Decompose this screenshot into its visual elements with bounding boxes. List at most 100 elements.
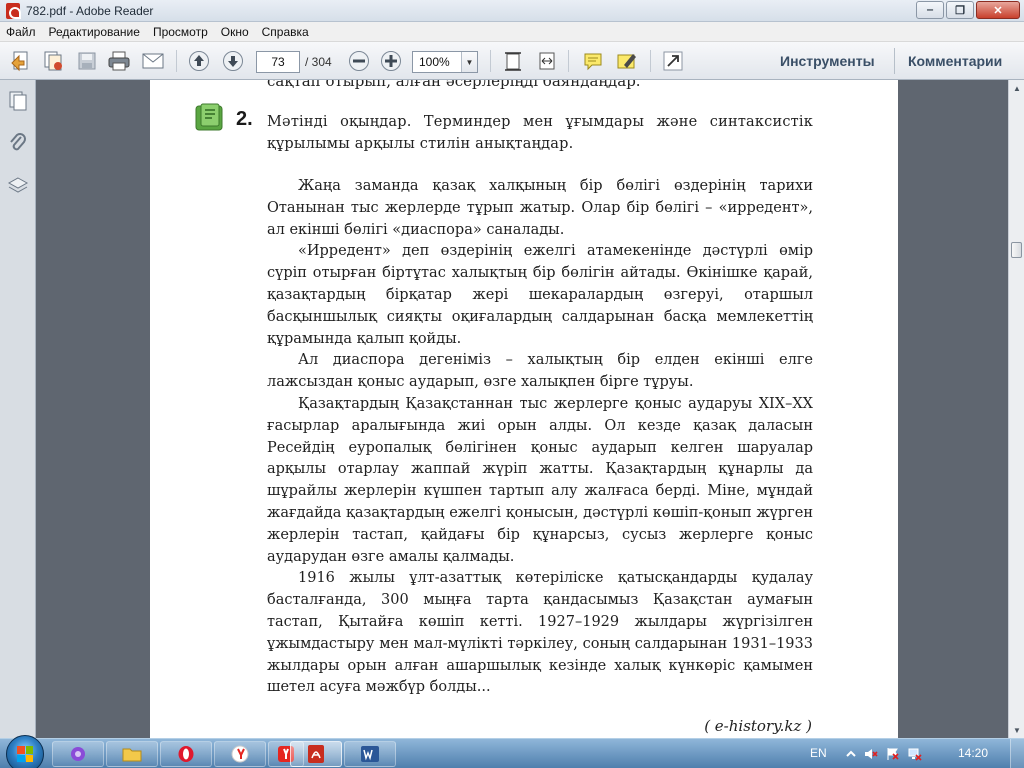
zoom-select[interactable]: 100% ▼ bbox=[412, 51, 478, 73]
toolbar-separator bbox=[490, 50, 491, 72]
minimize-button[interactable]: ‒ bbox=[916, 1, 944, 19]
page-thumbnails-icon[interactable] bbox=[7, 90, 29, 112]
vertical-scrollbar[interactable]: ▲ ▼ bbox=[1008, 80, 1024, 738]
tools-pane-button[interactable]: Инструменты bbox=[780, 53, 875, 69]
layers-icon[interactable] bbox=[7, 175, 29, 197]
system-clock[interactable]: 14:20 bbox=[958, 746, 988, 760]
scroll-thumb[interactable] bbox=[1011, 242, 1022, 258]
taskbar-adobe-reader[interactable] bbox=[290, 741, 342, 767]
print-icon bbox=[108, 51, 130, 71]
full-screen-button[interactable] bbox=[660, 48, 686, 74]
taskbar-opera[interactable] bbox=[160, 741, 212, 767]
create-pdf-button[interactable] bbox=[8, 48, 34, 74]
menu-file[interactable]: Файл bbox=[6, 25, 36, 39]
scroll-up-icon[interactable]: ▲ bbox=[1009, 80, 1024, 96]
show-hidden-icons-icon[interactable] bbox=[844, 747, 858, 761]
task-number: 2. bbox=[236, 108, 253, 130]
combine-files-icon bbox=[44, 51, 62, 71]
fit-page-icon bbox=[505, 52, 521, 71]
paragraph: «Ирредент» деп өздерінің ежелгі атамекен… bbox=[267, 243, 813, 347]
paragraph: Ал диаспора дегеніміз – халықтың бір елд… bbox=[267, 352, 813, 391]
page-total-label: / 304 bbox=[305, 55, 332, 69]
zoom-out-button[interactable] bbox=[346, 48, 372, 74]
window-title: 782.pdf - Adobe Reader bbox=[26, 4, 154, 18]
taskbar-yandex-browser[interactable] bbox=[214, 741, 266, 767]
document-viewport[interactable]: сақтап отырып, алған әсерлеріңді баяндаң… bbox=[36, 80, 1008, 738]
attachments-paperclip-icon[interactable] bbox=[7, 132, 29, 154]
comments-pane-button[interactable]: Комментарии bbox=[908, 53, 1002, 69]
highlight-button[interactable] bbox=[614, 48, 640, 74]
arrow-up-icon bbox=[189, 51, 209, 71]
page-number-input[interactable]: 73 bbox=[256, 51, 300, 73]
flag-notifications-icon[interactable] bbox=[886, 747, 900, 761]
chevron-down-icon[interactable]: ▼ bbox=[461, 52, 477, 72]
toolbar-separator bbox=[650, 50, 651, 72]
article-body: Жаңа заманда қазақ халқының бір бөлігі ө… bbox=[267, 176, 813, 699]
zoom-in-button[interactable] bbox=[378, 48, 404, 74]
menu-help[interactable]: Справка bbox=[262, 25, 309, 39]
scroll-down-icon[interactable]: ▼ bbox=[1009, 722, 1024, 738]
create-pdf-icon bbox=[11, 51, 28, 72]
zoom-value: 100% bbox=[419, 55, 450, 69]
close-button[interactable]: ✕ bbox=[976, 1, 1020, 19]
navigation-pane bbox=[0, 80, 36, 738]
purple-circle-app-icon bbox=[71, 747, 85, 761]
taskbar-app-purple[interactable] bbox=[52, 741, 104, 767]
paragraph: 1916 жылы ұлт-азаттық көтеріліске қатысқ… bbox=[267, 570, 813, 696]
expand-icon bbox=[663, 51, 683, 71]
menu-window[interactable]: Окно bbox=[221, 25, 249, 39]
taskbar: EN 14:20 bbox=[0, 735, 1024, 768]
paragraph: Жаңа заманда қазақ халқының бір бөлігі ө… bbox=[267, 178, 813, 238]
network-icon[interactable] bbox=[908, 747, 922, 761]
task-instruction: Мәтінді оқыңдар. Терминдер мен ұғымдары … bbox=[267, 114, 813, 152]
input-language-indicator[interactable]: EN bbox=[810, 746, 827, 760]
taskbar-explorer[interactable] bbox=[106, 741, 158, 767]
show-desktop-button[interactable] bbox=[1010, 739, 1024, 768]
menu-view[interactable]: Просмотр bbox=[153, 25, 208, 39]
print-button[interactable] bbox=[106, 48, 132, 74]
menu-bar: Файл Редактирование Просмотр Окно Справк… bbox=[0, 22, 1024, 42]
paragraph: Қазақтардың Қазақстаннан тыс жерлерге қо… bbox=[267, 395, 813, 565]
next-page-button[interactable] bbox=[220, 48, 246, 74]
fit-page-button[interactable] bbox=[500, 48, 526, 74]
email-icon bbox=[142, 53, 164, 69]
minimize-icon: ‒ bbox=[926, 4, 934, 16]
adobe-reader-taskbar-icon bbox=[308, 745, 324, 763]
close-icon: ✕ bbox=[993, 4, 1003, 17]
window-controls: ‒ ❐ ✕ bbox=[916, 1, 1020, 19]
toolbar: 73 / 304 100% ▼ Инструменты Комментарии bbox=[0, 42, 1024, 80]
combine-files-button[interactable] bbox=[40, 48, 66, 74]
arrow-down-icon bbox=[223, 51, 243, 71]
comment-bubble-icon bbox=[584, 53, 602, 71]
title-bar: 782.pdf - Adobe Reader ‒ ❐ ✕ bbox=[0, 0, 1024, 22]
sticky-note-button[interactable] bbox=[580, 48, 606, 74]
restore-icon: ❐ bbox=[955, 4, 965, 17]
menu-edit[interactable]: Редактирование bbox=[49, 25, 140, 39]
email-button[interactable] bbox=[140, 48, 166, 74]
start-button[interactable] bbox=[6, 735, 44, 768]
volume-muted-icon[interactable] bbox=[864, 747, 878, 761]
restore-button[interactable]: ❐ bbox=[946, 1, 974, 19]
toolbar-separator bbox=[176, 50, 177, 72]
highlighter-icon bbox=[617, 54, 636, 69]
taskbar-word[interactable] bbox=[344, 741, 396, 767]
partial-text: сақтап отырып, алған әсерлеріңді баяндаң… bbox=[267, 80, 641, 90]
adobe-reader-icon bbox=[6, 3, 21, 19]
word-icon bbox=[361, 746, 379, 762]
save-button[interactable] bbox=[74, 48, 100, 74]
plus-circle-icon bbox=[381, 51, 401, 71]
toolbar-separator bbox=[894, 48, 895, 74]
folder-icon bbox=[122, 748, 142, 762]
fit-width-button[interactable] bbox=[534, 48, 560, 74]
notebook-task-icon bbox=[195, 103, 223, 131]
fit-width-icon bbox=[539, 52, 555, 70]
save-icon bbox=[78, 52, 96, 70]
partial-text-line: сақтап отырып, алған әсерлеріңді баяндаң… bbox=[267, 80, 813, 90]
yandex-browser-icon bbox=[231, 745, 249, 763]
windows-logo-icon bbox=[17, 746, 33, 762]
opera-icon bbox=[178, 746, 194, 762]
toolbar-separator bbox=[568, 50, 569, 72]
pdf-page: сақтап отырып, алған әсерлеріңді баяндаң… bbox=[150, 80, 898, 738]
source-citation: ( e-history.kz ) bbox=[704, 717, 812, 735]
previous-page-button[interactable] bbox=[186, 48, 212, 74]
